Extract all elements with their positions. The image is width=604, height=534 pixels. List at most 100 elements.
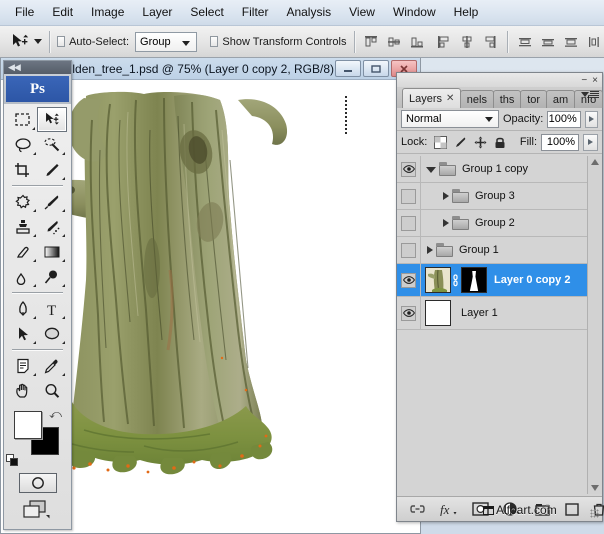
panel-title-bar[interactable]: − × [397,73,602,87]
notes-tool-button[interactable] [8,353,38,378]
menu-item-layer[interactable]: Layer [133,2,181,23]
show-transform-controls-checkbox[interactable] [210,36,218,47]
eraser-tool-button[interactable] [8,239,38,264]
layer-thumbnail[interactable] [425,300,451,326]
hand-tool-button[interactable] [8,378,38,403]
opacity-input[interactable]: 100% [547,111,580,128]
panel-close-button[interactable]: × [592,75,598,86]
scroll-down-arrow-icon[interactable] [591,485,599,491]
menu-item-edit[interactable]: Edit [43,2,82,23]
blur-tool-button[interactable] [8,264,38,289]
layer-row-layer-0-copy-2[interactable]: Layer 0 copy 2 [397,264,602,297]
layer-row-group-1-copy[interactable]: Group 1 copy [397,156,602,183]
eye-icon[interactable] [401,273,416,288]
menu-item-image[interactable]: Image [82,2,133,23]
menu-item-filter[interactable]: Filter [233,2,278,23]
eye-icon-hidden[interactable] [401,243,416,258]
link-layers-button[interactable] [409,503,426,515]
distribute-vertical-centers-icon[interactable] [538,32,558,52]
tools-palette-grip[interactable]: ◀◀ [4,61,71,74]
menu-item-view[interactable]: View [340,2,384,23]
blend-mode-select[interactable]: Normal [401,110,499,128]
menu-item-file[interactable]: File [6,2,43,23]
zoom-tool-button[interactable] [38,378,68,403]
lasso-tool-button[interactable] [8,132,38,157]
distribute-top-edges-icon[interactable] [515,32,535,52]
screen-mode-button[interactable] [18,499,58,521]
distribute-left-edges-icon[interactable] [584,32,604,52]
visibility-cell[interactable] [397,297,421,329]
layer-row-group-3[interactable]: Group 3 [397,183,602,210]
layer-mask-thumbnail[interactable] [461,267,487,293]
panel-menu-icon[interactable] [581,91,599,98]
lock-all-icon[interactable] [494,136,506,149]
align-right-edges-icon[interactable] [480,32,500,52]
chevron-down-icon[interactable] [426,167,436,173]
swap-colors-icon[interactable]: ⤺ [49,407,62,422]
scroll-up-arrow-icon[interactable] [591,159,599,165]
visibility-cell[interactable] [397,183,421,209]
menu-item-analysis[interactable]: Analysis [277,2,340,23]
gradient-tool-button[interactable] [38,239,68,264]
layer-thumbnail[interactable] [425,267,451,293]
opacity-slider-button[interactable] [585,111,598,128]
align-horizontal-centers-icon[interactable] [457,32,477,52]
visibility-cell[interactable] [397,264,421,296]
maximize-button[interactable] [363,60,389,77]
eye-icon-hidden[interactable] [401,216,416,231]
pen-tool-button[interactable] [8,296,38,321]
shape-tool-button[interactable] [38,321,68,346]
magic-wand-tool-button[interactable] [38,132,68,157]
foreground-color-swatch[interactable] [14,411,42,439]
history-brush-tool-button[interactable] [38,214,68,239]
layer-row-group-2[interactable]: Group 2 [397,210,602,237]
visibility-cell[interactable] [397,210,421,236]
tool-preset-chevron-down-icon[interactable] [34,39,42,44]
move-tool-button[interactable] [37,107,67,132]
align-left-edges-icon[interactable] [434,32,454,52]
brush-tool-button[interactable] [38,189,68,214]
dodge-tool-button[interactable] [38,264,68,289]
healing-brush-tool-button[interactable] [8,189,38,214]
layer-list-scrollbar[interactable] [587,156,602,494]
tab-channels[interactable]: nels [460,90,494,108]
visibility-cell[interactable] [397,156,421,182]
marquee-tool-button[interactable] [8,107,37,132]
current-tool-button[interactable] [8,31,32,53]
crop-tool-button[interactable] [8,157,38,182]
tab-history[interactable]: tor [520,90,547,108]
eye-icon[interactable] [401,162,416,177]
link-mask-icon[interactable] [451,274,461,287]
slice-tool-button[interactable] [38,157,68,182]
align-top-edges-icon[interactable] [361,32,381,52]
align-vertical-centers-icon[interactable] [384,32,404,52]
default-colors-icon[interactable] [6,454,19,467]
resize-grip-icon[interactable] [590,509,599,518]
tab-histogram[interactable]: am [546,90,575,108]
close-icon[interactable]: ✕ [446,93,454,104]
menu-item-help[interactable]: Help [445,2,488,23]
layer-row-layer-1[interactable]: Layer 1 [397,297,602,330]
minimize-button[interactable] [335,60,361,77]
eyedropper-tool-button[interactable] [38,353,68,378]
menu-item-select[interactable]: Select [181,2,232,23]
quick-mask-mode-button[interactable] [19,473,57,493]
tab-paths[interactable]: ths [493,90,521,108]
layer-style-button[interactable]: fx [440,502,458,516]
panel-minimize-button[interactable]: − [581,75,587,86]
chevron-right-icon[interactable] [443,192,449,200]
path-selection-tool-button[interactable] [8,321,38,346]
clone-stamp-tool-button[interactable] [8,214,38,239]
distribute-bottom-edges-icon[interactable] [561,32,581,52]
tab-layers[interactable]: Layers ✕ [402,88,461,108]
visibility-cell[interactable] [397,237,421,263]
auto-select-scope-select[interactable]: Group [135,32,197,52]
new-layer-button[interactable] [565,503,579,516]
menu-item-window[interactable]: Window [384,2,445,23]
lock-position-icon[interactable] [474,136,487,149]
chevron-right-icon[interactable] [427,246,433,254]
chevron-right-icon[interactable] [443,219,449,227]
fill-input[interactable]: 100% [541,134,579,151]
auto-select-checkbox[interactable] [57,36,65,47]
lock-image-pixels-icon[interactable] [454,136,467,149]
